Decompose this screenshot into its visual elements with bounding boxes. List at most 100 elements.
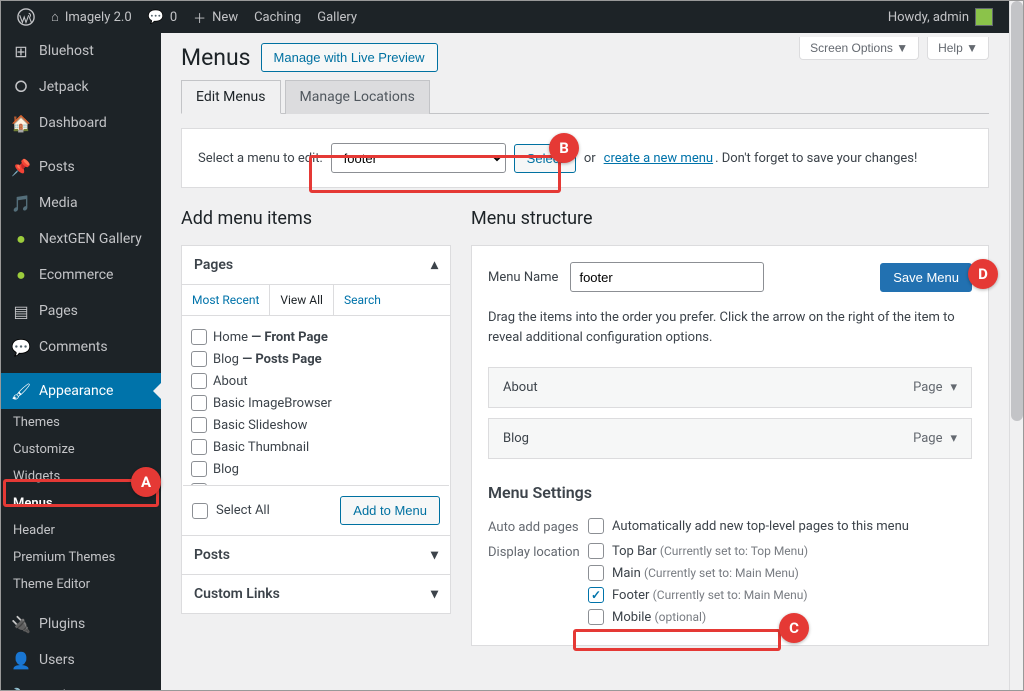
page-item[interactable]: Home — Front Page: [191, 326, 441, 348]
auto-add-option[interactable]: Automatically add new top-level pages to…: [588, 518, 909, 534]
menu-select-dropdown[interactable]: footer: [331, 143, 506, 173]
auto-add-text: Automatically add new top-level pages to…: [612, 519, 909, 534]
location-label: Top Bar: [612, 544, 657, 559]
submenu-premium-themes[interactable]: Premium Themes: [1, 544, 161, 571]
help-label: Help: [938, 41, 963, 55]
menu-item-label: Blog: [503, 431, 529, 446]
page-item-suffix: — Front Page: [251, 330, 328, 345]
sidebar-item-ecommerce[interactable]: ● Ecommerce: [1, 257, 161, 293]
menu-name-label: Menu Name: [488, 270, 558, 285]
tab-most-recent[interactable]: Most Recent: [182, 285, 270, 315]
checkbox[interactable]: [191, 439, 207, 455]
location-footer[interactable]: Footer (Currently set to: Main Menu): [588, 587, 808, 603]
accordion-pages-label: Pages: [194, 257, 233, 273]
tab-edit-menus[interactable]: Edit Menus: [181, 80, 281, 114]
sidebar-item-appearance[interactable]: 🖌Appearance: [1, 373, 161, 409]
location-hint: (Currently set to: Main Menu): [644, 566, 799, 580]
sidebar-item-nextgen[interactable]: ●NextGEN Gallery: [1, 221, 161, 257]
checkbox[interactable]: [588, 565, 604, 581]
sidebar-item-posts[interactable]: 📌Posts: [1, 149, 161, 185]
wp-logo[interactable]: [9, 1, 43, 33]
accordion-posts-header[interactable]: Posts ▾: [182, 536, 450, 575]
brush-icon: 🖌: [11, 381, 31, 401]
comments-link[interactable]: 💬 0: [140, 1, 186, 33]
submenu-header[interactable]: Header: [1, 517, 161, 544]
checkbox[interactable]: [191, 329, 207, 345]
location-main[interactable]: Main (Currently set to: Main Menu): [588, 565, 808, 581]
tab-search[interactable]: Search: [334, 285, 391, 315]
page-scrollbar[interactable]: [1009, 1, 1023, 690]
live-preview-button[interactable]: Manage with Live Preview: [261, 43, 438, 72]
plus-icon: ＋: [193, 8, 206, 27]
menu-select-bar: Select a menu to edit: footer Select or …: [181, 128, 989, 188]
tab-manage-locations[interactable]: Manage Locations: [285, 80, 430, 114]
page-item-label: Basic ImageBrowser: [213, 396, 332, 411]
page-item[interactable]: Blog: [191, 458, 441, 480]
accordion-custom-header[interactable]: Custom Links ▾: [182, 575, 450, 613]
checkbox[interactable]: [191, 351, 207, 367]
screen-options-button[interactable]: Screen Options ▼: [799, 37, 919, 60]
checkbox[interactable]: [588, 518, 604, 534]
page-item[interactable]: Basic Thumbnail: [191, 436, 441, 458]
help-button[interactable]: Help ▼: [927, 37, 989, 60]
auto-add-label: Auto add pages: [488, 518, 588, 535]
sidebar-item-tools[interactable]: 🔧 Tools: [1, 678, 161, 690]
checkbox[interactable]: [191, 417, 207, 433]
page-item[interactable]: Basic Slideshow: [191, 414, 441, 436]
checkbox[interactable]: [191, 461, 207, 477]
comment-icon: 💬: [11, 337, 31, 357]
menu-structure-item[interactable]: About Page▾: [488, 367, 972, 408]
sidebar-item-comments[interactable]: 💬Comments: [1, 329, 161, 365]
submenu-themes[interactable]: Themes: [1, 409, 161, 436]
scrollbar-thumb[interactable]: [1011, 1, 1023, 421]
page-list[interactable]: Home — Front Page Blog — Posts Page Abou…: [183, 316, 449, 486]
tab-view-all[interactable]: View All: [270, 285, 334, 315]
create-menu-link[interactable]: create a new menu: [604, 151, 713, 166]
checkbox[interactable]: [192, 503, 208, 519]
checkbox[interactable]: [588, 609, 604, 625]
page-icon: ▤: [11, 301, 31, 321]
page-item-suffix: — Posts Page: [242, 352, 321, 367]
select-all-option[interactable]: Select All: [192, 503, 270, 519]
admin-bar-right[interactable]: Howdy, admin: [880, 8, 1001, 26]
new-content-link[interactable]: ＋ New: [185, 1, 246, 33]
checkbox[interactable]: [191, 373, 207, 389]
chevron-down-icon[interactable]: ▾: [950, 380, 957, 395]
caching-link[interactable]: Caching: [246, 1, 309, 33]
menu-structure-item[interactable]: Blog Page▾: [488, 418, 972, 459]
submenu-customize[interactable]: Customize: [1, 436, 161, 463]
chevron-down-icon[interactable]: ▾: [950, 431, 957, 446]
sidebar-item-users[interactable]: 👤Users: [1, 642, 161, 678]
add-to-menu-button[interactable]: Add to Menu: [340, 496, 440, 525]
sidebar-item-plugins[interactable]: 🔌Plugins: [1, 606, 161, 642]
chevron-down-icon: ▾: [431, 586, 438, 602]
checkbox[interactable]: [588, 587, 604, 603]
wrench-icon: 🔧: [11, 686, 31, 690]
menu-item-label: About: [503, 380, 538, 395]
sidebar-item-dashboard[interactable]: 🏠Dashboard: [1, 105, 161, 141]
accordion-pages-header[interactable]: Pages ▴: [182, 246, 450, 285]
checkbox[interactable]: [191, 395, 207, 411]
sidebar-item-pages[interactable]: ▤Pages: [1, 293, 161, 329]
page-item-label: Home: [213, 330, 248, 345]
circle-icon: ●: [11, 265, 31, 285]
site-name-link[interactable]: ⌂ Imagely 2.0: [43, 1, 140, 33]
sidebar-label: Tools: [39, 688, 73, 690]
submenu-theme-editor[interactable]: Theme Editor: [1, 571, 161, 598]
page-item[interactable]: About: [191, 370, 441, 392]
media-icon: 🎵: [11, 193, 31, 213]
checkbox[interactable]: [588, 543, 604, 559]
sidebar-label: Ecommerce: [39, 267, 113, 283]
sidebar-item-bluehost[interactable]: ⊞Bluehost: [1, 33, 161, 69]
sidebar-item-media[interactable]: 🎵Media: [1, 185, 161, 221]
location-topbar[interactable]: Top Bar (Currently set to: Top Menu): [588, 543, 808, 559]
page-item[interactable]: Basic ImageBrowser: [191, 392, 441, 414]
gallery-link[interactable]: Gallery: [309, 1, 365, 33]
sidebar-item-jetpack[interactable]: ⭘Jetpack: [1, 69, 161, 105]
save-menu-button[interactable]: Save Menu: [880, 263, 972, 292]
location-mobile[interactable]: Mobile (optional): [588, 609, 808, 625]
menu-name-input[interactable]: [570, 262, 764, 292]
sidebar-label: Jetpack: [39, 79, 89, 95]
accordion-custom-label: Custom Links: [194, 586, 280, 602]
page-item[interactable]: Blog — Posts Page: [191, 348, 441, 370]
